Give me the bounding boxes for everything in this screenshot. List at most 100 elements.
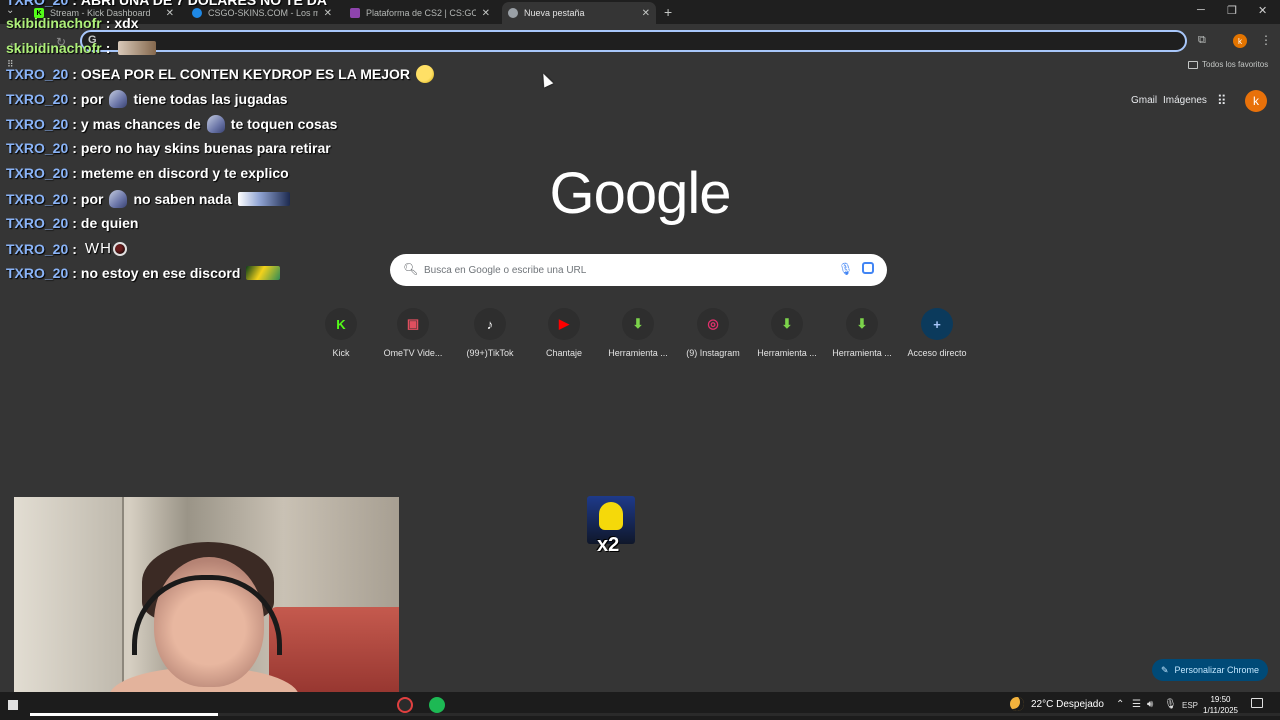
chat-text: pero no hay skins buenas para retirar — [80, 140, 331, 156]
shortcut-label: Herramienta ... — [832, 348, 892, 358]
microphone-tray-icon[interactable]: 🎙︎ — [1164, 699, 1177, 710]
download-arrow-icon: ⬇ — [771, 308, 803, 340]
shortcut-tile[interactable]: ◎ (9) Instagram — [677, 308, 749, 358]
close-tab-icon[interactable]: ✕ — [482, 8, 490, 19]
search-input[interactable] — [424, 262, 824, 278]
extensions-puzzle-icon[interactable]: ⧉ — [1198, 34, 1206, 47]
shortcut-label: Herramienta ... — [757, 348, 817, 358]
new-tab-plus-icon[interactable]: + — [664, 4, 672, 20]
emote-knight — [206, 115, 225, 133]
google-lens-icon[interactable] — [862, 262, 874, 274]
shortcut-tile[interactable]: ▣ OmeTV Vide... — [377, 308, 449, 358]
emote-knight — [109, 190, 128, 208]
emote-ball — [112, 241, 127, 256]
language-indicator[interactable]: ESP — [1182, 701, 1198, 710]
pencil-icon: ✎ — [1160, 664, 1169, 675]
instagram-icon: ◎ — [697, 308, 729, 340]
chat-username: TXRO_20 — [6, 140, 69, 156]
spotify-icon[interactable] — [429, 697, 445, 713]
chat-text: tiene todas las jugadas — [133, 91, 288, 107]
microphone-icon[interactable]: 🎙︎ — [838, 262, 853, 276]
chat-message: TXRO_20: y mas chances de te toquen cosa… — [6, 115, 338, 133]
chat-message: TXRO_20: ABRI UNA DE 7 DOLARES NO TE DA — [6, 0, 327, 8]
close-tab-icon[interactable]: ✕ — [166, 8, 174, 19]
all-bookmarks-button[interactable]: Todos los favoritos — [1188, 60, 1268, 69]
chat-username: skibidinachofr — [6, 40, 102, 56]
obs-icon[interactable] — [397, 697, 413, 713]
windows-start-icon[interactable] — [8, 700, 18, 710]
shortcut-tile[interactable]: ⬇ Herramienta ... — [751, 308, 823, 358]
folder-icon — [1188, 60, 1198, 69]
google-apps-icon[interactable]: ⠿ — [1217, 93, 1227, 109]
shortcut-tile[interactable]: K Kick — [305, 308, 377, 358]
webcam-feed — [14, 497, 399, 712]
chat-text: te toquen cosas — [230, 116, 338, 132]
minimize-icon[interactable]: ─ — [1197, 4, 1205, 16]
images-link[interactable]: Imágenes — [1163, 95, 1207, 106]
chat-username: TXRO_20 — [6, 240, 69, 257]
restore-icon[interactable]: ❐ — [1227, 4, 1237, 17]
shortcut-label: Acceso directo — [907, 348, 967, 358]
tab-cs2-platform[interactable]: Plataforma de CS2 | CS:GO para ✕ — [344, 2, 496, 24]
shortcut-tile[interactable]: ♪ (99+)TikTok — [454, 308, 526, 358]
emote-wide — [237, 192, 290, 206]
kick-icon: K — [325, 308, 357, 340]
chat-text: OSEA POR EL CONTEN KEYDROP ES LA MEJOR — [80, 66, 410, 82]
account-avatar[interactable]: k — [1245, 90, 1267, 112]
chat-message: TXRO_20: OSEA POR EL CONTEN KEYDROP ES L… — [6, 65, 440, 83]
profile-avatar[interactable]: k — [1233, 34, 1247, 48]
ometv-icon: ▣ — [397, 308, 429, 340]
plus-icon: + — [921, 308, 953, 340]
shortcut-label: (99+)TikTok — [466, 348, 514, 358]
shortcut-tile[interactable]: ▶ Chantaje — [528, 308, 600, 358]
chat-username: TXRO_20 — [6, 165, 69, 181]
more-menu-icon[interactable]: ⋮ — [1260, 33, 1272, 47]
chat-text: xdx — [114, 15, 139, 31]
close-tab-icon[interactable]: ✕ — [324, 8, 332, 19]
emote-plane — [246, 266, 281, 280]
clock-time: 19:50 — [1210, 695, 1231, 704]
moon-weather-icon — [1010, 697, 1024, 711]
chat-text: por — [80, 191, 104, 207]
chat-message: TXRO_20: por no saben nada — [6, 190, 296, 208]
mouse-cursor-icon — [538, 71, 554, 88]
csgo-skins-icon — [192, 8, 202, 18]
download-arrow-icon: ⬇ — [846, 308, 878, 340]
shortcut-tile[interactable]: ⬇ Herramienta ... — [602, 308, 674, 358]
network-icon[interactable]: ☰ — [1132, 699, 1141, 710]
shortcut-label: OmeTV Vide... — [383, 348, 443, 358]
volume-icon[interactable]: 🔊︎ — [1147, 699, 1153, 710]
chat-text: ABRI UNA DE 7 DOLARES NO TE DA — [80, 0, 327, 8]
chat-username: TXRO_20 — [6, 191, 69, 207]
emote-knight — [109, 90, 128, 108]
gmail-link[interactable]: Gmail — [1131, 95, 1157, 106]
keydrop-icon — [350, 8, 360, 18]
shortcut-tile[interactable]: ⬇ Herramienta ... — [826, 308, 898, 358]
chat-username: TXRO_20 — [6, 91, 69, 107]
close-tab-icon[interactable]: ✕ — [642, 8, 650, 19]
download-arrow-icon: ⬇ — [622, 308, 654, 340]
all-bookmarks-label: Todos los favoritos — [1202, 60, 1269, 69]
tray-chevron-icon[interactable]: ⌃ — [1116, 699, 1124, 710]
chat-username: TXRO_20 — [6, 116, 69, 132]
tab-title: Plataforma de CS2 | CS:GO para — [366, 8, 476, 18]
chrome-icon — [508, 8, 518, 18]
google-logo: Google — [549, 161, 731, 226]
chat-message: TXRO_20: no estoy en ese discord — [6, 265, 286, 281]
tiktok-icon: ♪ — [474, 308, 506, 340]
chat-username: TXRO_20 — [6, 215, 69, 231]
tab-new-tab[interactable]: Nueva pestaña ✕ — [502, 2, 656, 24]
webcam-door — [14, 497, 124, 712]
chat-text: WH — [84, 240, 112, 257]
address-input[interactable] — [104, 33, 1164, 49]
shortcut-label: Herramienta ... — [608, 348, 668, 358]
stream-progress-fill — [30, 713, 218, 716]
chat-message: TXRO_20: pero no hay skins buenas para r… — [6, 140, 331, 156]
chat-message: TXRO_20: por tiene todas las jugadas — [6, 90, 288, 108]
chat-text: no saben nada — [133, 191, 232, 207]
shortcut-tile[interactable]: + Acceso directo — [901, 308, 973, 358]
notification-center-icon[interactable] — [1251, 698, 1263, 708]
customize-chrome-button[interactable]: ✎ Personalizar Chrome — [1152, 659, 1268, 681]
close-window-icon[interactable]: ✕ — [1258, 4, 1267, 17]
weather-text[interactable]: 22°C Despejado — [1031, 699, 1104, 710]
